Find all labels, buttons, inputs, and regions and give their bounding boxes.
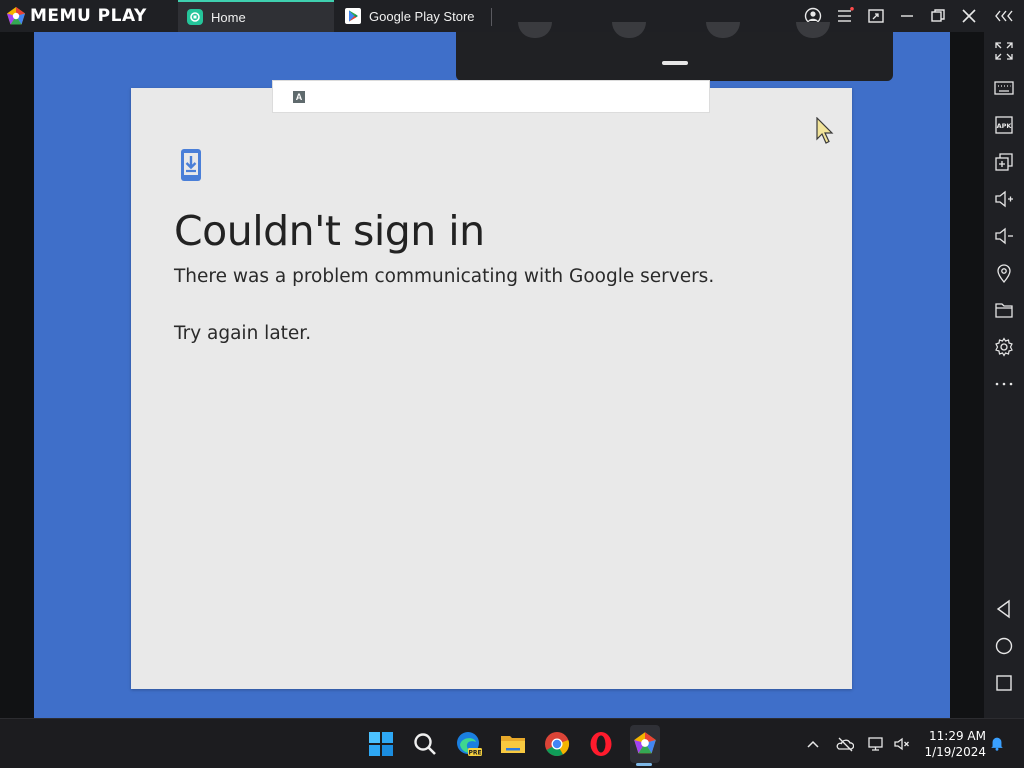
chevron-up-icon[interactable]: [804, 736, 822, 752]
tab-play-label: Google Play Store: [369, 8, 475, 24]
system-clock[interactable]: 11:29 AM 1/19/2024: [922, 728, 986, 760]
restore-icon[interactable]: [929, 7, 947, 25]
menu-icon[interactable]: [836, 7, 854, 25]
home-icon[interactable]: [994, 636, 1014, 656]
svg-text:APK: APK: [997, 122, 1013, 130]
shade-drag-handle[interactable]: [662, 61, 688, 65]
brand-label: MEMU PLAY: [30, 6, 147, 26]
phone-download-icon: [181, 149, 201, 181]
recents-icon[interactable]: [994, 673, 1014, 693]
translate-icon[interactable]: A: [293, 91, 305, 103]
network-icon[interactable]: [867, 736, 885, 752]
close-icon[interactable]: [960, 7, 978, 25]
memu-logo-icon: [7, 7, 25, 25]
multi-instance-icon[interactable]: [994, 152, 1014, 172]
minimize-icon[interactable]: [898, 7, 916, 25]
memu-taskbar-button[interactable]: [630, 725, 660, 763]
more-icon[interactable]: [994, 374, 1014, 394]
windows-taskbar: PRE 11:29 AM 1/19/2024: [0, 718, 1024, 768]
gear-icon[interactable]: [994, 337, 1014, 357]
collapse-sidebar-icon[interactable]: [993, 7, 1015, 25]
search-icon[interactable]: [412, 731, 438, 757]
volume-down-icon[interactable]: [994, 226, 1014, 246]
back-icon[interactable]: [994, 599, 1014, 619]
right-gutter: [950, 32, 984, 718]
volume-up-icon[interactable]: [994, 189, 1014, 209]
memu-taskbar-icon: [634, 732, 656, 754]
translate-bar[interactable]: A: [272, 80, 710, 113]
sign-in-error-card: Couldn't sign in There was a problem com…: [131, 88, 852, 689]
notification-bell-icon[interactable]: [988, 735, 1006, 751]
left-gutter: [0, 32, 34, 718]
mouse-cursor-icon: [816, 117, 834, 144]
fullscreen-icon[interactable]: [994, 41, 1014, 61]
windows-start-icon[interactable]: [368, 731, 394, 757]
multi-window-icon[interactable]: [867, 7, 885, 25]
active-app-indicator: [636, 763, 652, 766]
dialog-title: Couldn't sign in: [174, 207, 485, 255]
folder-icon[interactable]: [994, 300, 1014, 320]
tab-separator: [491, 8, 492, 26]
quick-setting-tile[interactable]: [796, 22, 830, 38]
apk-icon[interactable]: APK: [994, 115, 1014, 135]
svg-text:PRE: PRE: [468, 750, 481, 757]
keyboard-icon[interactable]: [994, 78, 1014, 98]
error-message: There was a problem communicating with G…: [174, 266, 715, 287]
notification-shade[interactable]: [456, 22, 893, 81]
play-store-icon: [345, 8, 361, 24]
onedrive-offline-icon[interactable]: [836, 736, 854, 752]
tab-google-play-store[interactable]: Google Play Store: [336, 0, 492, 32]
emulator-sidebar: APK: [984, 32, 1024, 718]
opera-icon[interactable]: [588, 731, 614, 757]
chrome-icon[interactable]: [544, 731, 570, 757]
file-explorer-icon[interactable]: [500, 731, 526, 757]
memu-logo: MEMU PLAY: [6, 6, 147, 26]
tab-home-label: Home: [211, 9, 246, 25]
quick-setting-tile[interactable]: [518, 22, 552, 38]
tab-home[interactable]: Home: [178, 0, 334, 32]
location-icon[interactable]: [994, 263, 1014, 283]
quick-setting-tile[interactable]: [612, 22, 646, 38]
quick-setting-tile[interactable]: [706, 22, 740, 38]
title-bar: MEMU PLAY Home Google Play Store: [0, 0, 1024, 32]
edge-preview-icon[interactable]: PRE: [456, 731, 482, 757]
volume-muted-icon[interactable]: [893, 736, 911, 752]
retry-hint: Try again later.: [174, 323, 312, 344]
clock-date: 1/19/2024: [924, 745, 986, 759]
home-app-icon: [187, 9, 203, 25]
clock-time: 11:29 AM: [929, 729, 986, 743]
